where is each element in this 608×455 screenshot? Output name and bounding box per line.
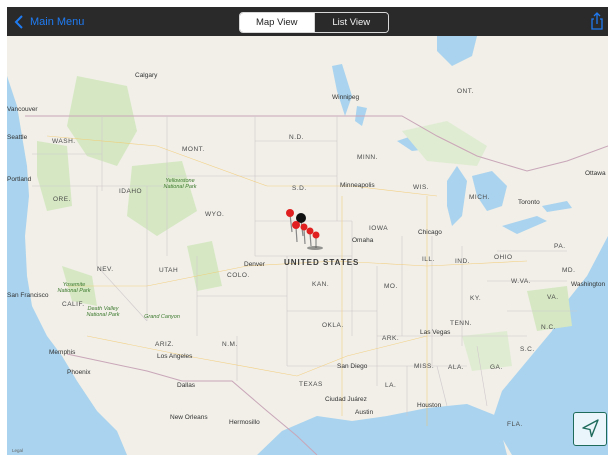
app-frame: Main Menu Map View List View Calgary Win… xyxy=(0,0,608,455)
city-label: Los Angeles xyxy=(157,353,193,360)
map-pin-icon[interactable] xyxy=(306,227,314,247)
park-label: Grand Canyon xyxy=(144,314,180,320)
park-label: Yosemite National Park xyxy=(57,282,91,294)
city-label: Austin xyxy=(355,409,374,416)
state-label: OKLA. xyxy=(322,322,344,329)
location-arrow-icon xyxy=(582,419,599,438)
city-label: Toronto xyxy=(518,199,540,206)
state-label: ARIZ. xyxy=(155,341,175,348)
city-label: San Francisco xyxy=(7,292,49,299)
map-pin-icon[interactable] xyxy=(300,223,308,245)
city-label: Omaha xyxy=(352,237,374,244)
city-label: Memphis xyxy=(49,349,76,356)
share-icon[interactable] xyxy=(590,12,604,30)
city-label: Phoenix xyxy=(67,369,91,376)
state-label: MINN. xyxy=(357,154,378,161)
tab-map-view[interactable]: Map View xyxy=(240,13,314,32)
state-label: W.VA. xyxy=(511,278,532,285)
city-label: Dallas xyxy=(177,382,196,389)
state-label: WYO. xyxy=(205,211,225,218)
back-button-label: Main Menu xyxy=(30,16,85,28)
state-label: N.C. xyxy=(541,324,556,331)
state-label: MO. xyxy=(384,283,398,290)
city-label: Ottawa xyxy=(585,170,606,177)
state-label: MONT. xyxy=(182,146,205,153)
state-label: COLO. xyxy=(227,272,250,279)
state-label: FLA. xyxy=(507,421,523,428)
current-location-button[interactable] xyxy=(573,412,607,446)
state-label: WIS. xyxy=(413,184,430,191)
state-label: ORE. xyxy=(53,196,71,203)
back-button[interactable]: Main Menu xyxy=(12,14,84,30)
city-label: Vancouver xyxy=(7,106,38,113)
state-label: MICH. xyxy=(469,194,490,201)
city-label: Calgary xyxy=(135,72,158,79)
city-label: Washington xyxy=(571,281,606,288)
state-label: LA. xyxy=(385,382,397,389)
state-label: S.C. xyxy=(520,346,535,353)
chevron-left-icon xyxy=(14,15,23,29)
city-label: Seattle xyxy=(7,134,28,141)
country-label: UNITED STATES xyxy=(284,258,360,267)
map-view[interactable]: Calgary Winnipeg Vancouver Seattle Portl… xyxy=(7,36,608,455)
state-label: GA. xyxy=(490,364,503,371)
city-label: Chicago xyxy=(418,229,442,236)
state-label: WASH. xyxy=(52,138,76,145)
legal-link[interactable]: Legal xyxy=(12,448,23,453)
map-pin-icon[interactable] xyxy=(286,209,294,233)
state-label: PA. xyxy=(554,243,566,250)
city-label: Winnipeg xyxy=(332,94,360,101)
city-label: Ciudad Juárez xyxy=(325,396,367,403)
state-label: IND. xyxy=(455,258,470,265)
state-label: MISS. xyxy=(414,363,435,370)
state-label: MD. xyxy=(562,267,576,274)
state-label: OHIO xyxy=(494,254,513,261)
map-pins-cluster xyxy=(286,209,323,250)
view-segmented-control: Map View List View xyxy=(239,12,389,33)
state-label: S.D. xyxy=(292,185,307,192)
state-label: N.D. xyxy=(289,134,304,141)
city-label: Denver xyxy=(244,261,265,268)
map-pin-icon[interactable] xyxy=(312,231,320,249)
state-label: TENN. xyxy=(450,320,472,327)
state-label: ALA. xyxy=(448,364,465,371)
park-label: Yellowstone National Park xyxy=(163,178,197,190)
city-label: Portland xyxy=(7,176,32,183)
city-label: San Diego xyxy=(337,363,368,370)
city-label: Las Vegas xyxy=(420,329,451,336)
state-label: ARK. xyxy=(382,335,400,342)
state-label: ILL. xyxy=(422,256,435,263)
city-label: New Orleans xyxy=(170,414,208,421)
state-label: N.M. xyxy=(222,341,238,348)
state-label: ONT. xyxy=(457,88,474,95)
nav-bar: Main Menu Map View List View xyxy=(7,7,608,36)
map-pin-icon[interactable] xyxy=(292,221,300,243)
state-label: IOWA xyxy=(369,225,389,232)
state-label: NEV. xyxy=(97,266,114,273)
state-label: VA. xyxy=(547,294,559,301)
state-label: KY. xyxy=(470,295,482,302)
state-label: UTAH xyxy=(159,267,179,274)
city-label: Minneapolis xyxy=(340,182,375,189)
tab-list-view[interactable]: List View xyxy=(313,13,388,32)
park-label: Death Valley National Park xyxy=(86,306,120,318)
city-label: Hermosillo xyxy=(229,419,260,426)
state-label: KAN. xyxy=(312,281,330,288)
city-label: Houston xyxy=(417,402,442,409)
state-label: IDAHO xyxy=(119,188,143,195)
state-label: TEXAS xyxy=(299,381,323,388)
